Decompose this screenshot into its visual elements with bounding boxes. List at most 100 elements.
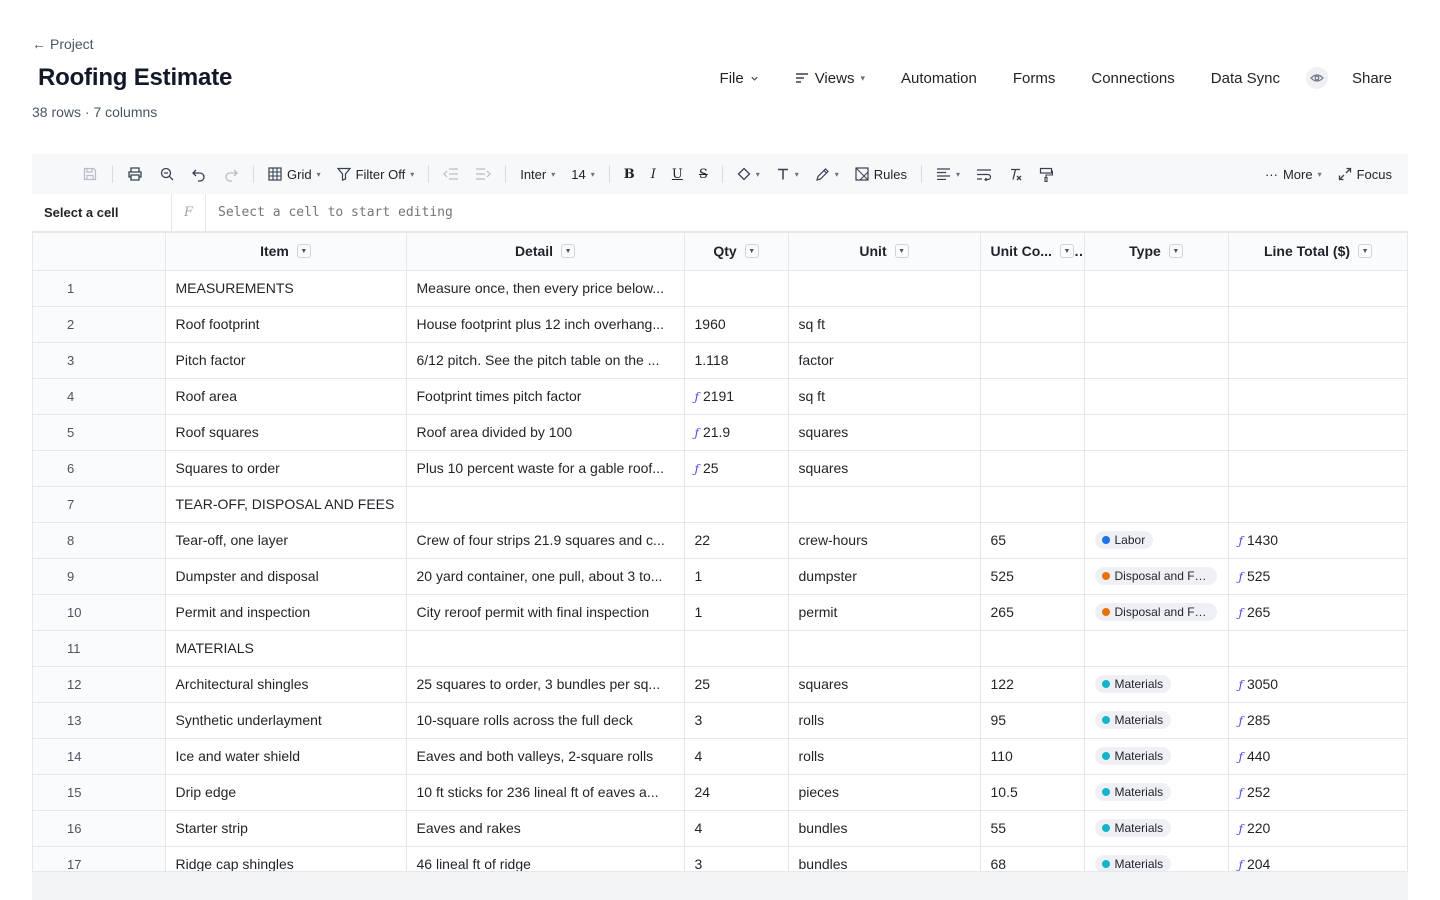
zoom-out-button[interactable] [151, 160, 183, 188]
item-cell[interactable]: Roof footprint [165, 306, 407, 343]
qty-cell[interactable]: 1 [684, 558, 789, 595]
item-cell[interactable]: Ridge cap shingles [165, 846, 407, 871]
type-cell[interactable]: Materials [1084, 666, 1229, 703]
detail-cell[interactable]: 25 squares to order, 3 bundles per sq... [406, 666, 685, 703]
line-total-cell[interactable]: ƒ 1430 [1228, 522, 1407, 559]
select-all-corner[interactable] [33, 233, 166, 271]
row-number[interactable]: 15 [33, 774, 166, 811]
back-to-project-link[interactable]: ← Project [32, 36, 94, 52]
unit-cell[interactable]: bundles [788, 810, 981, 847]
column-menu-icon[interactable]: ▼ [744, 244, 759, 259]
save-button[interactable] [74, 160, 106, 188]
row-number[interactable]: 17 [33, 846, 166, 871]
unit-cell[interactable] [788, 630, 981, 667]
column-menu-icon[interactable]: ▼ [561, 244, 576, 259]
unit-cell[interactable]: permit [788, 594, 981, 631]
qty-cell[interactable]: 1960 [684, 306, 789, 343]
detail-cell[interactable]: 10-square rolls across the full deck [406, 702, 685, 739]
detail-cell[interactable]: City reroof permit with final inspection [406, 594, 685, 631]
column-menu-icon[interactable]: ▼ [1168, 244, 1183, 259]
column-header[interactable]: Unit ▼ [788, 233, 981, 271]
line-total-cell[interactable] [1228, 486, 1407, 523]
item-cell[interactable]: Roof squares [165, 414, 407, 451]
unit-cost-cell[interactable]: 55 [980, 810, 1085, 847]
type-cell[interactable] [1084, 342, 1229, 379]
line-total-cell[interactable]: ƒ 3050 [1228, 666, 1407, 703]
qty-cell[interactable]: 1 [684, 594, 789, 631]
detail-cell[interactable]: 10 ft sticks for 236 lineal ft of eaves … [406, 774, 685, 811]
file-menu[interactable]: File [702, 70, 777, 87]
outdent-button[interactable] [435, 160, 467, 188]
detail-cell[interactable] [406, 630, 685, 667]
unit-cell[interactable]: factor [788, 342, 981, 379]
qty-cell[interactable]: 3 [684, 702, 789, 739]
unit-cell[interactable]: bundles [788, 846, 981, 871]
line-total-cell[interactable] [1228, 306, 1407, 343]
qty-cell[interactable]: 3 [684, 846, 789, 871]
row-number[interactable]: 13 [33, 702, 166, 739]
row-number[interactable]: 9 [33, 558, 166, 595]
unit-cell[interactable] [788, 270, 981, 307]
detail-cell[interactable]: Footprint times pitch factor [406, 378, 685, 415]
line-total-cell[interactable]: ƒ 204 [1228, 846, 1407, 871]
clear-formatting-button[interactable] [1000, 160, 1031, 188]
row-number[interactable]: 6 [33, 450, 166, 487]
unit-cost-cell[interactable]: 10.5 [980, 774, 1085, 811]
unit-cost-cell[interactable]: 525 [980, 558, 1085, 595]
type-cell[interactable] [1084, 486, 1229, 523]
align-dropdown[interactable]: ▾ [928, 160, 968, 188]
column-header[interactable]: Detail ▼ [406, 233, 685, 271]
undo-button[interactable] [183, 160, 215, 188]
qty-cell[interactable]: 24 [684, 774, 789, 811]
unit-cost-cell[interactable] [980, 414, 1085, 451]
unit-cell[interactable]: sq ft [788, 306, 981, 343]
type-cell[interactable]: Materials [1084, 846, 1229, 871]
italic-button[interactable]: I [643, 160, 664, 188]
item-cell[interactable]: Pitch factor [165, 342, 407, 379]
qty-cell[interactable]: ƒ 2191 [684, 378, 789, 415]
item-cell[interactable]: Starter strip [165, 810, 407, 847]
focus-button[interactable]: Focus [1330, 160, 1400, 188]
detail-cell[interactable]: Measure once, then every price below... [406, 270, 685, 307]
unit-cost-cell[interactable]: 65 [980, 522, 1085, 559]
forms-link[interactable]: Forms [995, 70, 1074, 87]
line-total-cell[interactable]: ƒ 220 [1228, 810, 1407, 847]
views-menu[interactable]: Views ▾ [777, 70, 883, 87]
strikethrough-button[interactable]: S [691, 160, 716, 188]
unit-cost-cell[interactable]: 95 [980, 702, 1085, 739]
font-family-dropdown[interactable]: Inter ▾ [512, 160, 563, 188]
detail-cell[interactable]: Plus 10 percent waste for a gable roof..… [406, 450, 685, 487]
detail-cell[interactable]: 46 lineal ft of ridge [406, 846, 685, 871]
line-total-cell[interactable]: ƒ 252 [1228, 774, 1407, 811]
text-color-dropdown[interactable]: ▾ [768, 160, 807, 188]
column-header[interactable]: Unit Co... ▼ [980, 233, 1085, 271]
unit-cell[interactable]: pieces [788, 774, 981, 811]
line-total-cell[interactable] [1228, 378, 1407, 415]
data-sync-link[interactable]: Data Sync [1193, 70, 1298, 87]
type-cell[interactable]: Disposal and Fees [1084, 558, 1229, 595]
type-cell[interactable]: Disposal and Fees [1084, 594, 1229, 631]
line-total-cell[interactable]: ƒ 440 [1228, 738, 1407, 775]
row-number[interactable]: 2 [33, 306, 166, 343]
row-number[interactable]: 8 [33, 522, 166, 559]
unit-cost-cell[interactable] [980, 306, 1085, 343]
detail-cell[interactable] [406, 486, 685, 523]
unit-cell[interactable]: rolls [788, 702, 981, 739]
type-cell[interactable] [1084, 270, 1229, 307]
filter-dropdown[interactable]: Filter Off ▾ [329, 160, 423, 188]
item-cell[interactable]: TEAR-OFF, DISPOSAL AND FEES [165, 486, 407, 523]
unit-cost-cell[interactable]: 122 [980, 666, 1085, 703]
item-cell[interactable]: Drip edge [165, 774, 407, 811]
detail-cell[interactable]: Eaves and rakes [406, 810, 685, 847]
unit-cost-cell[interactable]: 68 [980, 846, 1085, 871]
qty-cell[interactable]: 25 [684, 666, 789, 703]
indent-button[interactable] [467, 160, 499, 188]
type-cell[interactable] [1084, 306, 1229, 343]
unit-cell[interactable] [788, 486, 981, 523]
type-cell[interactable] [1084, 378, 1229, 415]
wrap-text-button[interactable] [968, 160, 1000, 188]
type-cell[interactable] [1084, 630, 1229, 667]
type-cell[interactable]: Materials [1084, 810, 1229, 847]
connections-link[interactable]: Connections [1073, 70, 1192, 87]
column-header[interactable]: Line Total ($) ▼ [1228, 233, 1407, 271]
